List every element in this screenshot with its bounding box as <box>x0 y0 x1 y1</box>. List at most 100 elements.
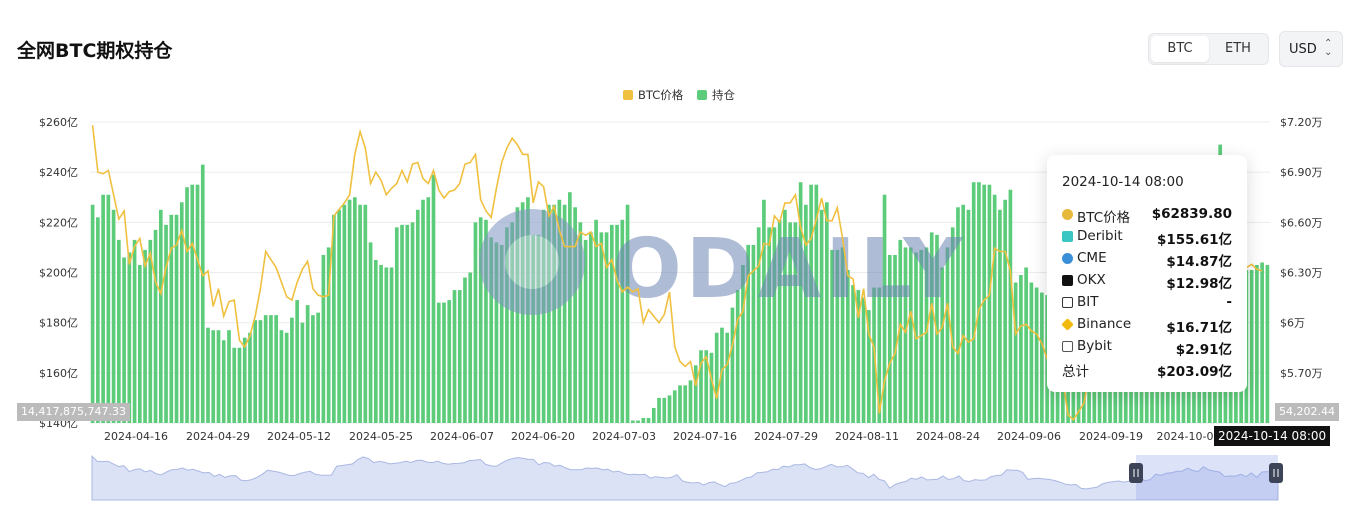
oi-bar <box>1029 282 1034 423</box>
oi-bar <box>295 300 299 423</box>
oi-bar <box>237 347 242 423</box>
y-right-tick-label: $6.90万 <box>1280 166 1323 179</box>
y-left-tick-label: $260亿 <box>39 116 78 129</box>
oi-bar <box>321 254 326 423</box>
oi-bar <box>431 174 436 423</box>
oi-bar <box>693 365 698 423</box>
y-left-tick-label: $200亿 <box>39 267 78 280</box>
tooltip-row-name: OKX <box>1077 272 1106 288</box>
x-tick-label: 2024-07-16 <box>673 430 737 443</box>
tooltip-row: Binance $16.71亿 <box>1061 316 1232 336</box>
oi-bar <box>657 397 661 423</box>
oi-bar <box>274 315 279 423</box>
tooltip-row-name: Binance <box>1077 316 1132 332</box>
oi-bar <box>316 312 320 423</box>
oi-bar <box>363 204 368 423</box>
oi-bar <box>206 327 210 423</box>
oi-bar <box>232 347 237 423</box>
tooltip-row-value: $16.71亿 <box>1166 320 1232 336</box>
oi-bar <box>1003 199 1007 423</box>
oi-bar <box>158 209 163 423</box>
bybit-icon <box>1062 341 1073 352</box>
oi-bar <box>987 184 992 423</box>
oi-bar <box>258 320 263 423</box>
bit-icon <box>1062 297 1073 308</box>
oi-bar <box>672 390 677 423</box>
tooltip-row-name: BTC价格 <box>1077 210 1131 226</box>
oi-bar <box>242 337 247 423</box>
oi-bar <box>342 204 347 423</box>
zoom-slider-handle <box>1129 463 1143 483</box>
x-tick-label: 2024-09-06 <box>997 430 1061 443</box>
oi-bar <box>216 330 221 423</box>
zoom-slider-handle <box>1269 463 1283 483</box>
oi-bar <box>1260 262 1264 423</box>
y-left-tick-label: $240亿 <box>39 166 78 179</box>
oi-bar <box>992 194 997 423</box>
legend-oi-label: 持仓 <box>712 88 735 102</box>
oi-bar <box>185 187 189 423</box>
oi-bar <box>269 315 273 423</box>
oi-bar <box>137 264 142 423</box>
oi-bar <box>966 209 971 423</box>
watermark-logo-hole <box>505 235 559 289</box>
oi-bar <box>405 224 410 423</box>
oi-bar <box>641 417 646 423</box>
oi-bar <box>678 385 682 423</box>
tooltip-row-name: BIT <box>1077 294 1099 310</box>
oi-bar <box>311 315 315 423</box>
oi-bar <box>300 322 305 423</box>
tooltip-row-value: $12.98亿 <box>1166 276 1232 292</box>
deribit-icon <box>1062 231 1073 242</box>
oi-bar <box>106 194 111 423</box>
chart-tooltip: 2024-10-14 08:00 BTC价格 $62839.80 Deribit $1… <box>1047 155 1247 392</box>
zoom-slider-selection <box>1136 455 1278 500</box>
tooltip-time: 2024-10-14 08:00 <box>1062 174 1184 190</box>
oi-bar <box>190 184 195 423</box>
cme-globe-icon <box>1062 253 1073 264</box>
oi-bar <box>347 199 352 423</box>
oi-bar <box>725 332 730 423</box>
left-axis-pointer-value: 14,417,875,747.33 <box>17 403 130 421</box>
oi-bar <box>1034 287 1039 423</box>
tooltip-row-name: Bybit <box>1077 338 1112 354</box>
odaily-watermark: ODAILY <box>479 209 963 317</box>
oi-bar <box>1265 264 1270 423</box>
x-tick-label: 2024-04-29 <box>186 430 250 443</box>
y-right-tick-label: $6.60万 <box>1280 216 1323 229</box>
legend-price-label: BTC价格 <box>638 88 684 102</box>
oi-bar <box>164 224 168 423</box>
tooltip-row-name: Deribit <box>1077 228 1123 244</box>
oi-bar <box>279 330 284 423</box>
tooltip-row-value: $203.09亿 <box>1157 364 1232 380</box>
oi-bar <box>221 340 226 423</box>
legend-oi-swatch <box>697 90 707 100</box>
oi-bar <box>667 395 672 423</box>
x-tick-label: 2024-04-16 <box>104 430 168 443</box>
oi-bar <box>457 290 462 423</box>
tooltip-row-value: $62839.80 <box>1151 206 1232 222</box>
tooltip-row-value: $155.61亿 <box>1157 232 1232 248</box>
x-tick-label: 2024-07-29 <box>754 430 818 443</box>
oi-bar <box>447 300 452 423</box>
time-axis-pointer-value: 2024-10-14 08:00 <box>1214 426 1331 446</box>
oi-bar <box>358 204 362 423</box>
oi-bar <box>646 417 651 423</box>
chart-page: 全网BTC期权持仓 BTC ETH USD ⌃ ⌄ $260亿 $240亿 $220亿… <box>0 0 1361 530</box>
y-right-tick-label: $7.20万 <box>1280 116 1323 129</box>
oi-bar <box>1255 264 1259 423</box>
oi-bar <box>143 249 147 423</box>
oi-bar <box>463 277 467 423</box>
oi-bar <box>211 330 216 423</box>
oi-bar <box>90 204 95 423</box>
tooltip-row: BTC价格 $62839.80 <box>1062 206 1232 226</box>
x-tick-label: 2024-06-20 <box>511 430 575 443</box>
oi-bar <box>127 252 132 423</box>
oi-bar <box>662 397 667 423</box>
tooltip-row: Bybit $2.91亿 <box>1062 338 1232 358</box>
oi-bar <box>169 214 174 423</box>
oi-bar <box>442 302 446 423</box>
x-tick-label: 2024-09-19 <box>1079 430 1143 443</box>
oi-bar <box>688 380 693 423</box>
oi-bar <box>200 164 205 423</box>
